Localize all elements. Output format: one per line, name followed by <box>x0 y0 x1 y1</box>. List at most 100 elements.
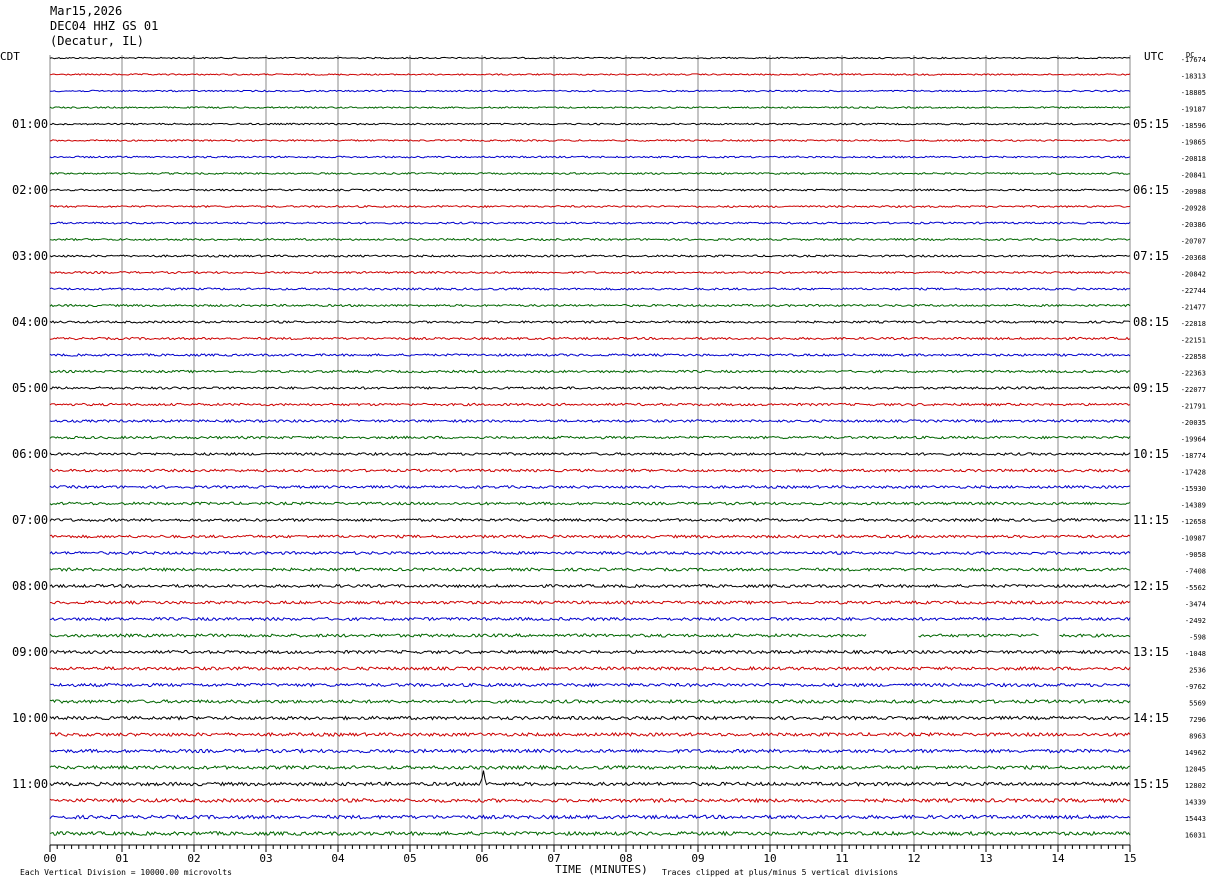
left-hour-label: 07:00 <box>12 513 48 527</box>
x-tick-label: 11 <box>835 852 848 865</box>
right-hour-label: 15:15 <box>1133 777 1169 791</box>
trace-offset-label: -22151 <box>1181 337 1206 345</box>
trace-line <box>49 682 1131 688</box>
left-hour-label: 06:00 <box>12 447 48 461</box>
trace-line <box>49 600 1131 606</box>
trace-offset-label: -20928 <box>1181 205 1206 213</box>
trace-line <box>49 89 1131 93</box>
x-tick-label: 10 <box>763 852 776 865</box>
trace-line <box>49 550 1131 556</box>
trace-line <box>49 814 1131 820</box>
trace-offset-label: 12045 <box>1185 766 1206 774</box>
trace-offset-label: -20841 <box>1181 172 1206 180</box>
trace-offset-label: -598 <box>1189 634 1206 642</box>
left-hour-label: 10:00 <box>12 711 48 725</box>
trace-offset-label: -2492 <box>1185 617 1206 625</box>
trace-offset-label: 14339 <box>1185 799 1206 807</box>
trace-offset-label: -14389 <box>1181 502 1206 510</box>
left-hour-label: 02:00 <box>12 183 48 197</box>
left-hour-label: 09:00 <box>12 645 48 659</box>
right-hour-label: 05:15 <box>1133 117 1169 131</box>
right-hour-label: 11:15 <box>1133 513 1169 527</box>
x-tick-label: 09 <box>691 852 704 865</box>
scale-note: Each Vertical Division = 10000.00 microv… <box>20 868 232 877</box>
right-hour-label: 13:15 <box>1133 645 1169 659</box>
trace-line <box>49 830 1131 837</box>
left-timezone-label: CDT <box>0 50 20 63</box>
trace-line <box>49 435 1131 440</box>
trace-offset-label: -20386 <box>1181 221 1206 229</box>
trace-line <box>49 204 1131 209</box>
trace-line <box>49 320 1131 324</box>
trace-line <box>49 583 1131 589</box>
trace-line <box>49 715 1131 721</box>
trace-line <box>49 73 1131 76</box>
trace-offset-label: -18313 <box>1181 73 1206 81</box>
left-hour-label: 03:00 <box>12 249 48 263</box>
trace-line <box>49 633 1131 638</box>
trace-offset-label: 7296 <box>1189 716 1206 724</box>
left-hour-label: 11:00 <box>12 777 48 791</box>
x-tick-label: 14 <box>1051 852 1065 865</box>
trace-offset-label: -12658 <box>1181 518 1206 526</box>
right-hour-label: 12:15 <box>1133 579 1169 593</box>
x-tick-label: 01 <box>115 852 128 865</box>
right-hour-label: 10:15 <box>1133 447 1169 461</box>
clip-note: Traces clipped at plus/minus 5 vertical … <box>662 868 898 877</box>
trace-offset-label: -19865 <box>1181 139 1206 147</box>
trace-line <box>49 797 1131 804</box>
trace-line <box>49 122 1131 126</box>
trace-offset-label: -15930 <box>1181 485 1206 493</box>
trace-line <box>49 336 1131 341</box>
trace-group <box>49 56 1131 837</box>
right-timezone-label: UTC <box>1144 50 1164 63</box>
trace-line <box>49 649 1131 655</box>
trace-line <box>49 451 1131 457</box>
x-tick-label: 00 <box>43 852 56 865</box>
trace-line <box>49 468 1131 473</box>
trace-line <box>49 303 1131 308</box>
trace-offset-label: -22744 <box>1181 287 1206 295</box>
xaxis-title: TIME (MINUTES) <box>555 863 648 876</box>
trace-line <box>49 731 1131 738</box>
trace-line <box>49 139 1131 142</box>
trace-offset-label: -21791 <box>1181 403 1206 411</box>
trace-offset-label: 15443 <box>1185 815 1206 823</box>
x-tick-label: 05 <box>403 852 416 865</box>
trace-offset-label: -22858 <box>1181 353 1206 361</box>
trace-offset-label: -22818 <box>1181 320 1206 328</box>
trace-line <box>49 770 1131 787</box>
trace-line <box>49 369 1131 374</box>
trace-line <box>49 353 1131 357</box>
trace-offset-label: 16031 <box>1185 832 1206 840</box>
right-hour-label: 07:15 <box>1133 249 1169 263</box>
trace-offset-label: -7408 <box>1185 568 1206 576</box>
trace-offset-label: -22363 <box>1181 370 1206 378</box>
x-tick-label: 03 <box>259 852 272 865</box>
trace-offset-label: -20035 <box>1181 419 1206 427</box>
trace-line <box>49 764 1131 771</box>
trace-offset-label: -1048 <box>1185 650 1206 658</box>
trace-offset-label: -20818 <box>1181 155 1206 163</box>
trace-offset-label: -5562 <box>1185 584 1206 592</box>
trace-line <box>49 155 1131 159</box>
trace-offset-label: -20707 <box>1181 238 1206 246</box>
trace-line <box>49 188 1131 192</box>
right-hour-label: 06:15 <box>1133 183 1169 197</box>
trace-line <box>49 698 1131 705</box>
trace-offset-label: -3474 <box>1185 601 1206 609</box>
trace-line <box>49 616 1131 622</box>
left-hour-label: 08:00 <box>12 579 48 593</box>
trace-line <box>49 287 1131 291</box>
trace-offset-label: 12802 <box>1185 782 1206 790</box>
trace-offset-label: -18774 <box>1181 452 1206 460</box>
x-tick-label: 04 <box>331 852 345 865</box>
x-tick-label: 13 <box>979 852 992 865</box>
trace-line <box>49 221 1131 225</box>
trace-line <box>49 748 1131 754</box>
right-hour-label: 08:15 <box>1133 315 1169 329</box>
trace-line <box>49 254 1131 258</box>
trace-line <box>49 56 1131 60</box>
trace-offset-label: -18805 <box>1181 89 1206 97</box>
trace-offset-label: -19964 <box>1181 436 1206 444</box>
